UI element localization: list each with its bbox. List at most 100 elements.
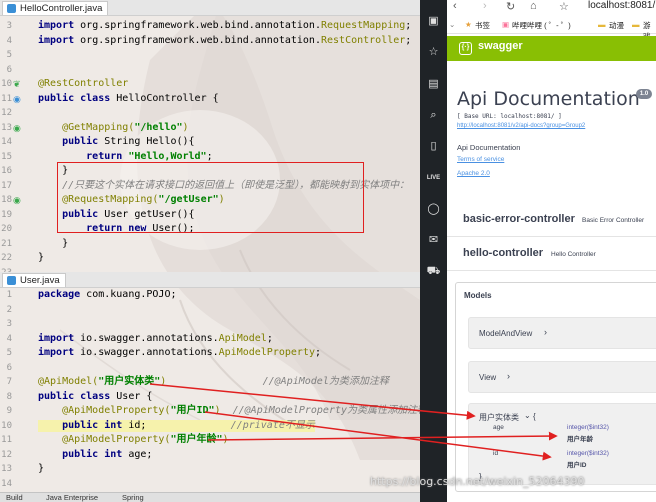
code-token: HelloController {: [116, 92, 219, 104]
model-name: 用户实体类: [479, 413, 519, 422]
line-number: 3: [6, 21, 12, 31]
cart-icon[interactable]: ⛟: [426, 264, 441, 279]
code-token: "用户实体类": [98, 376, 161, 387]
code-token: public int: [38, 448, 129, 460]
code-token: String Hello(){: [104, 136, 195, 147]
code-line: public String Hello(){: [38, 136, 195, 148]
terms-link[interactable]: Terms of service: [457, 156, 504, 163]
line-number: 22: [1, 253, 12, 263]
code-token: ;: [266, 332, 273, 344]
controller-desc: Hello Controller: [551, 251, 596, 258]
watermark: https://blog.csdn.net/weixin_52064390: [370, 475, 585, 488]
code-token: package: [38, 289, 87, 300]
code-token: return: [38, 150, 129, 162]
line-number: 14: [1, 137, 12, 147]
bookmark-item[interactable]: 书签: [475, 20, 490, 31]
star-icon[interactable]: ☆: [426, 45, 441, 60]
mapping-icon[interactable]: ◉: [13, 195, 21, 205]
controller-name[interactable]: hello-controller: [463, 247, 543, 259]
license-link[interactable]: Apache 2.0: [457, 170, 490, 177]
model-modelandview[interactable]: ModelAndView ›: [468, 317, 656, 349]
book-icon[interactable]: ▤: [426, 77, 441, 92]
code-token: //@ApiModelProperty为类属性添加注释: [220, 405, 420, 416]
line-number: 13: [1, 464, 12, 474]
java-enterprise-tab[interactable]: Java Enterprise: [46, 493, 98, 502]
line-number: 5: [6, 50, 12, 60]
property-type: integer($int32): [567, 450, 609, 457]
controller-name[interactable]: basic-error-controller: [463, 213, 575, 225]
code-token: public class: [38, 390, 117, 402]
controller-section[interactable]: hello-controller Hello Controller: [447, 237, 656, 271]
code-token: User {: [116, 390, 153, 402]
mail-icon[interactable]: ✉: [426, 233, 441, 248]
code-token: "/hello": [134, 121, 183, 133]
window-icon[interactable]: ▣: [426, 14, 441, 29]
line-number: 11: [1, 93, 12, 104]
line-number: 18: [1, 195, 12, 205]
home-icon[interactable]: ⌂: [530, 0, 537, 12]
code-token: ApiModel: [218, 332, 267, 344]
bookmark-star-icon[interactable]: ☆: [559, 0, 569, 13]
line-number: 4: [6, 333, 12, 344]
code-token: import: [38, 332, 81, 344]
editor-tab-bar: HelloController.java: [0, 0, 420, 16]
line-number: 16: [1, 166, 12, 176]
code-token: ;: [405, 20, 412, 31]
tab-hello-controller[interactable]: HelloController.java: [2, 1, 109, 15]
run-class-icon[interactable]: ◉: [13, 94, 21, 104]
spring-bean-icon[interactable]: ❦: [13, 79, 21, 89]
swagger-topbar: {·} swagger: [447, 36, 656, 61]
spring-tab[interactable]: Spring: [122, 493, 144, 502]
build-tab[interactable]: Build: [6, 493, 23, 502]
models-title[interactable]: Models: [464, 291, 492, 300]
code-token: import: [38, 20, 81, 31]
property-type: integer($int32): [567, 424, 609, 431]
search-icon[interactable]: ⌕: [426, 108, 441, 123]
reload-icon[interactable]: ↻: [506, 0, 515, 13]
url-bar[interactable]: localhost:8081/: [588, 0, 655, 11]
models-section: Models ModelAndView › View › 用户实体类 ⌄ { a…: [455, 282, 656, 492]
phone-icon[interactable]: ▯: [426, 139, 441, 154]
code-line: public int id; //private不显示: [38, 419, 315, 432]
code-token: public: [38, 136, 105, 147]
code-line: import org.springframework.web.bind.anno…: [38, 35, 411, 47]
code-token: id;: [128, 419, 147, 431]
line-number: 7: [6, 377, 12, 387]
model-view[interactable]: View ›: [468, 361, 656, 393]
model-user-entity[interactable]: 用户实体类 ⌄ { age integer($int32) 用户年龄 id in…: [468, 403, 656, 485]
forward-icon[interactable]: ›: [483, 0, 487, 12]
live-icon[interactable]: LIVE: [426, 171, 441, 186]
ide-editor: HelloController.java 3 import org.springf…: [0, 0, 420, 502]
line-number: 2: [6, 304, 12, 315]
code-token: }: [38, 252, 45, 263]
controller-section[interactable]: basic-error-controller Basic Error Contr…: [447, 203, 656, 237]
line-number: 9: [6, 406, 12, 416]
bookmark-item[interactable]: 哔哩哔哩 ( ゜- ゜): [512, 20, 571, 31]
browser-window: ‹ › ↻ ⌂ ☆ localhost:8081/ ⌄ ★ 书签 ▣ 哔哩哔哩 …: [447, 0, 656, 502]
mapping-icon[interactable]: ◉: [13, 123, 21, 133]
api-docs-link[interactable]: http://localhost:8081/v2/api-docs?group=…: [457, 123, 585, 129]
code-token: import: [38, 34, 81, 46]
code-token: RequestMapping: [320, 20, 406, 31]
code-token: ApiModelProperty: [218, 347, 315, 358]
editor-tab-bar-2: User.java: [0, 272, 420, 288]
code-token: io.swagger.annotations.: [80, 347, 219, 358]
java-class-icon: [7, 4, 16, 13]
code-line: import org.springframework.web.bind.anno…: [38, 20, 411, 32]
line-number: 12: [1, 108, 12, 118]
code-token: }: [38, 237, 69, 249]
model-name: ModelAndView: [479, 329, 533, 338]
chat-icon[interactable]: ◯: [426, 202, 441, 217]
line-number: 15: [1, 151, 12, 162]
code-line: public class HelloController {: [38, 93, 219, 105]
chevron-down-icon[interactable]: ⌄: [449, 20, 455, 29]
bookmark-item[interactable]: 动漫: [609, 20, 624, 31]
code-line: public class User {: [38, 391, 152, 403]
tab-user-java[interactable]: User.java: [2, 273, 66, 287]
code-token: @GetMapping(: [38, 121, 135, 133]
back-icon[interactable]: ‹: [453, 0, 457, 12]
code-token: public int: [38, 419, 129, 431]
line-number: 13: [1, 122, 12, 133]
line-number: 3: [6, 319, 12, 329]
code-token: "用户年龄": [170, 434, 223, 445]
